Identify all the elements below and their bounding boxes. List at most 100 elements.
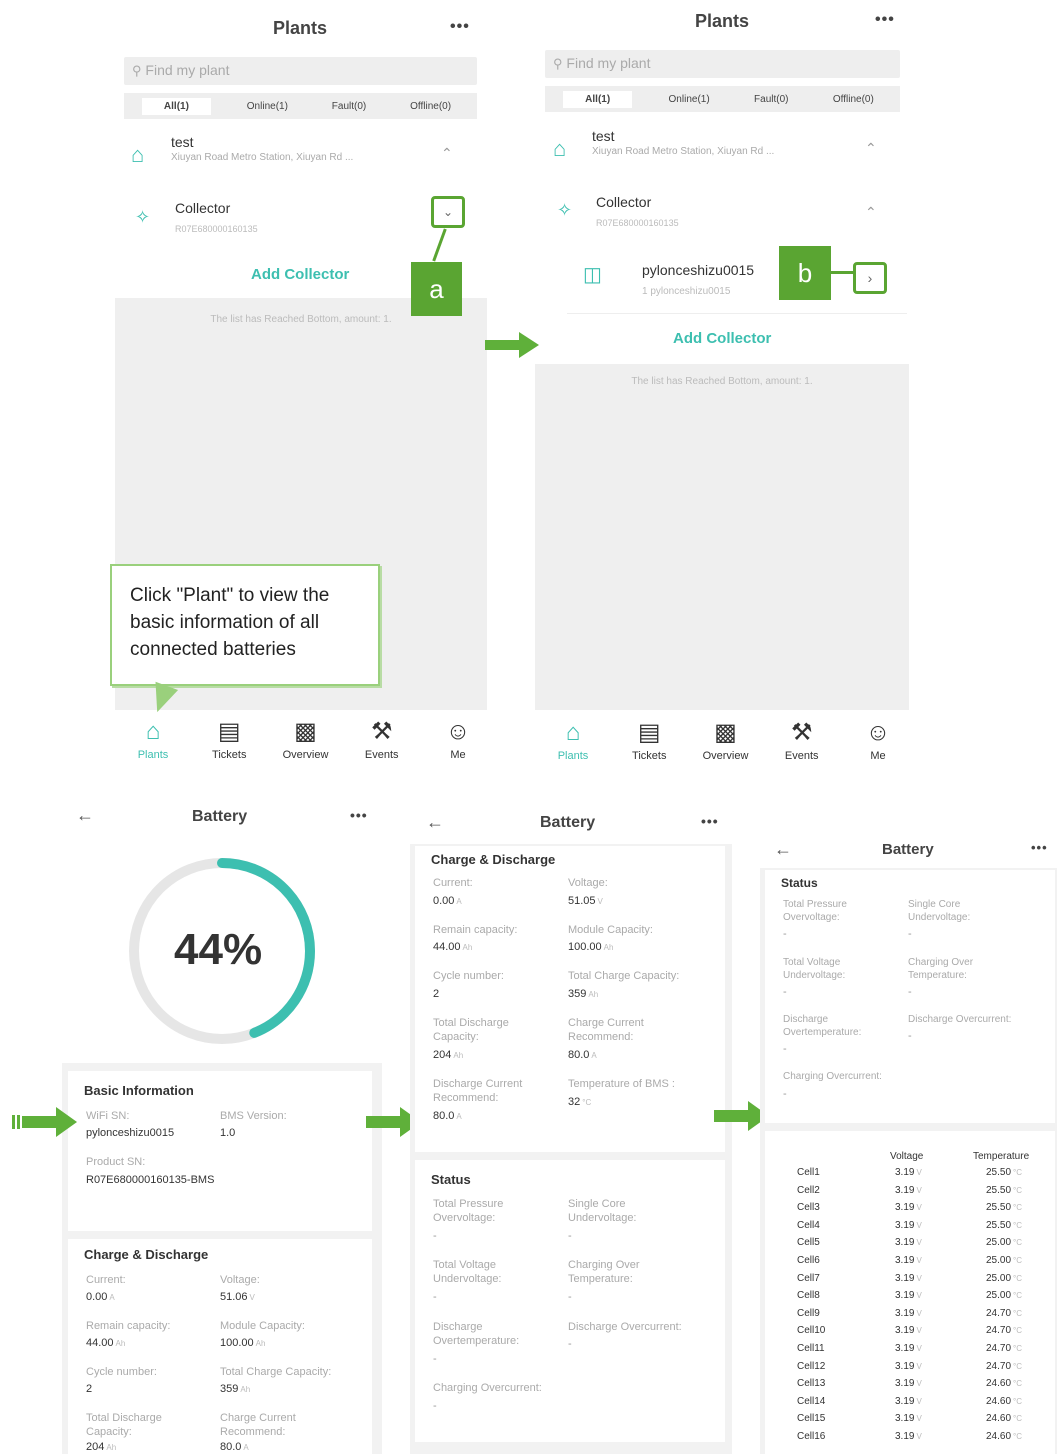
unit: Ah: [115, 1339, 126, 1348]
cell-name: Cell1: [797, 1167, 820, 1178]
nav-label: Plants: [137, 749, 169, 761]
nav-me[interactable]: ☺ Me: [428, 715, 487, 761]
cell-name: Cell8: [797, 1290, 820, 1302]
module-capacity-label: Module Capacity:: [568, 924, 653, 936]
chevron-up-icon[interactable]: ⌃: [441, 145, 453, 162]
unit: V: [916, 1396, 922, 1406]
add-collector-link[interactable]: Add Collector: [673, 330, 771, 347]
card-title: Status: [431, 1172, 471, 1187]
cell-row: Cell5 3.19 V 25.00 °C: [765, 1237, 1055, 1253]
collector-label[interactable]: Collector: [596, 194, 651, 210]
status-tabs: All(1) Online(1) Fault(0) Offline(0): [124, 93, 477, 119]
tab-fault[interactable]: Fault(0): [324, 98, 374, 115]
bms-version-label: BMS Version:: [220, 1110, 287, 1122]
plant-name[interactable]: test: [171, 134, 194, 150]
plant-address: Xiuyan Road Metro Station, Xiuyan Rd ...: [171, 152, 354, 163]
plants-screen-2: Plants ••• ⚲ Find my plant All(1) Online…: [535, 0, 909, 780]
unit: °C: [1013, 1414, 1023, 1424]
tab-all[interactable]: All(1): [563, 90, 633, 108]
chevron-up-icon[interactable]: ⌃: [865, 204, 877, 221]
bar-chart-icon: ▩: [294, 718, 317, 745]
voltage-label: Voltage:: [220, 1274, 260, 1286]
tab-fault[interactable]: Fault(0): [746, 91, 796, 108]
unit: V: [916, 1308, 922, 1318]
unit: V: [916, 1168, 922, 1177]
nav-tickets[interactable]: ▤ Tickets: [199, 715, 259, 761]
cell-name: Cell2: [797, 1184, 820, 1196]
cell-temperature: 25.00 °C: [986, 1290, 1022, 1301]
search-input[interactable]: ⚲ Find my plant: [545, 50, 900, 78]
value: 24.60: [986, 1395, 1012, 1407]
add-collector-link[interactable]: Add Collector: [251, 266, 349, 283]
unit: Ah: [106, 1443, 117, 1452]
nav-me[interactable]: ☺ Me: [848, 716, 908, 762]
more-menu-button[interactable]: •••: [875, 11, 895, 29]
value: 24.60: [986, 1378, 1012, 1390]
nav-overview[interactable]: ▩ Overview: [276, 715, 336, 761]
nav-plants[interactable]: ⌂ Plants: [543, 716, 603, 762]
unit: °C: [1013, 1396, 1023, 1406]
cell-temperature: 24.60 °C: [986, 1413, 1022, 1424]
more-menu-button[interactable]: •••: [701, 813, 719, 829]
unit: A: [456, 1112, 462, 1121]
value: 359: [220, 1383, 239, 1395]
expand-collector-button[interactable]: ⌄: [431, 196, 465, 228]
total-discharge-value: 204 Ah: [86, 1441, 116, 1453]
search-input[interactable]: ⚲ Find my plant: [124, 57, 477, 85]
back-arrow-icon[interactable]: ←: [426, 812, 444, 833]
instruction-callout: Click "Plant" to view the basic informat…: [110, 564, 380, 686]
cell-voltage: 3.19 V: [895, 1220, 922, 1231]
unit: V: [916, 1291, 922, 1301]
status-label: Charging Overcurrent:: [433, 1382, 542, 1394]
nav-events[interactable]: ⚒ Events: [772, 716, 832, 762]
cell-voltage: 3.19 V: [895, 1396, 922, 1407]
tab-online[interactable]: Online(1): [239, 98, 296, 115]
more-menu-button[interactable]: •••: [450, 18, 470, 36]
chevron-up-icon[interactable]: ⌃: [865, 140, 877, 157]
tab-all[interactable]: All(1): [141, 97, 211, 115]
collector-label[interactable]: Collector: [175, 200, 230, 216]
value: 3.19: [895, 1395, 915, 1407]
unit: °C: [1013, 1326, 1023, 1336]
more-menu-button[interactable]: •••: [1031, 840, 1048, 855]
unit: V: [916, 1414, 922, 1424]
discharge-current-recommend-value: 80.0 A: [433, 1110, 462, 1122]
plant-name[interactable]: test: [592, 128, 615, 144]
tab-offline[interactable]: Offline(0): [825, 91, 882, 108]
tab-offline[interactable]: Offline(0): [402, 98, 459, 115]
cell-voltage: 3.19 V: [895, 1378, 922, 1389]
value: 3.19: [895, 1219, 915, 1231]
unit: Ah: [588, 990, 599, 999]
value: 100.00: [220, 1337, 254, 1349]
unit: °C: [1013, 1256, 1023, 1265]
nav-label: Overview: [702, 750, 749, 762]
nav-overview[interactable]: ▩ Overview: [696, 716, 756, 762]
value: 0.00: [433, 895, 455, 907]
nav-tickets[interactable]: ▤ Tickets: [619, 716, 679, 762]
temperature-bms-label: Temperature of BMS :: [568, 1078, 675, 1090]
back-arrow-icon[interactable]: ←: [76, 805, 94, 826]
temperature-bms-value: 32 °C: [568, 1096, 591, 1108]
cell-row: Cell6 3.19 V 25.00 °C: [765, 1255, 1055, 1271]
value: 3.19: [895, 1290, 915, 1302]
value: 25.00: [986, 1237, 1012, 1249]
arrow-stub: [17, 1115, 20, 1129]
value: 3.19: [895, 1307, 915, 1319]
cell-row: Cell9 3.19 V 24.70 °C: [765, 1308, 1055, 1324]
nav-events[interactable]: ⚒ Events: [352, 715, 412, 761]
chevron-down-icon: ⌄: [442, 205, 454, 219]
value: 3.19: [895, 1255, 915, 1266]
value: 24.70: [986, 1360, 1012, 1372]
cell-name: Cell14: [797, 1395, 826, 1407]
nav-plants[interactable]: ⌂ Plants: [123, 715, 183, 761]
back-arrow-icon[interactable]: ←: [774, 839, 792, 860]
more-menu-button[interactable]: •••: [350, 807, 368, 823]
voltage-header: Voltage: [890, 1151, 924, 1162]
device-name[interactable]: pylonceshizu0015: [642, 262, 754, 278]
nav-label: Tickets: [212, 749, 247, 761]
status-value: -: [783, 928, 787, 940]
home-icon: ⌂: [553, 136, 567, 161]
unit: °C: [1013, 1185, 1023, 1195]
open-device-button[interactable]: ›: [853, 262, 887, 294]
tab-online[interactable]: Online(1): [661, 91, 718, 108]
